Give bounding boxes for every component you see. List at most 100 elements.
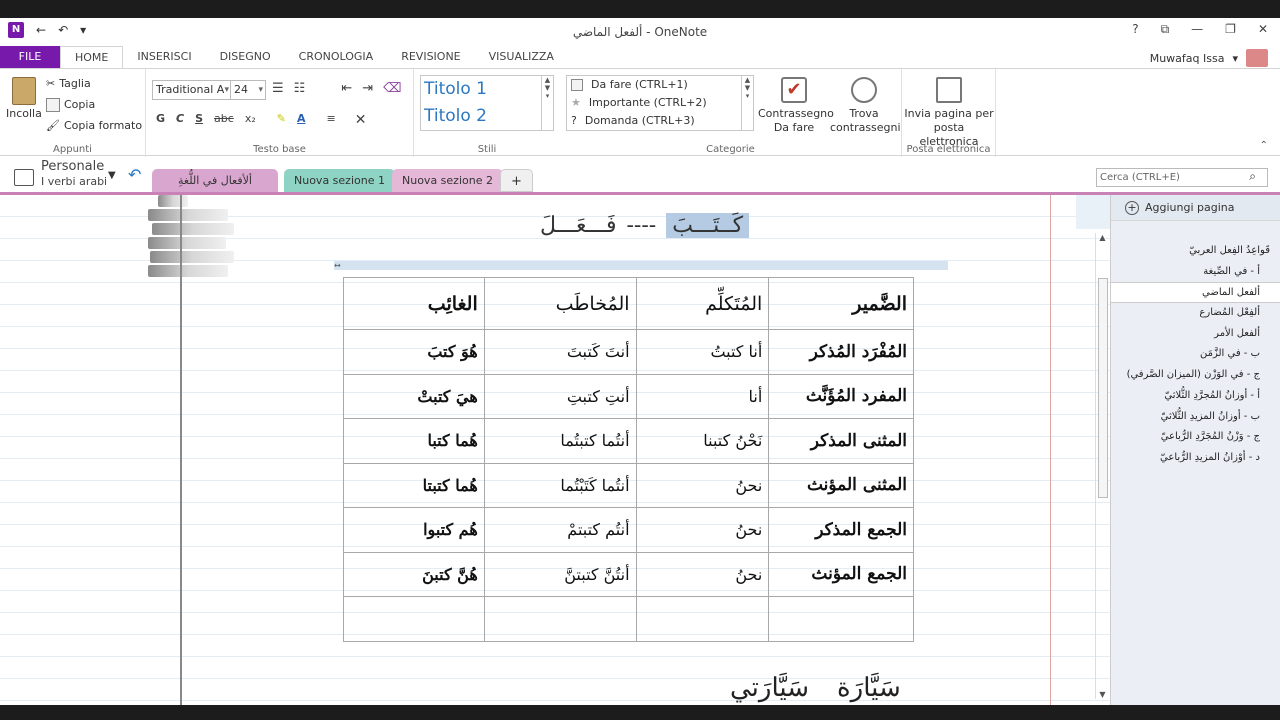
align-icon[interactable]: ≡ bbox=[326, 112, 335, 128]
table-cell[interactable]: نحنُ bbox=[635, 507, 770, 553]
cut-button[interactable]: ✂ Taglia bbox=[46, 73, 142, 94]
tab-draw[interactable]: DISEGNO bbox=[206, 46, 285, 68]
numbering-icon[interactable]: ☷ bbox=[294, 81, 306, 96]
scroll-up-icon[interactable]: ▲ bbox=[1096, 233, 1109, 242]
page-item[interactable]: ب - أوزانُ المزيدِ الثُّلاثيّ bbox=[1111, 407, 1280, 428]
collapse-ribbon-icon[interactable]: ⌃ bbox=[1260, 140, 1268, 151]
page-item[interactable]: ألفعل الأمر bbox=[1111, 324, 1280, 345]
section-tab-1[interactable]: Nuova sezione 1 bbox=[284, 169, 395, 192]
table-cell[interactable]: أنتِ كتبتِ bbox=[483, 373, 637, 419]
table-cell[interactable]: نحنُ bbox=[635, 551, 770, 597]
increase-indent-icon[interactable]: ⇥ bbox=[362, 81, 373, 96]
table-cell[interactable]: نحنُ bbox=[635, 462, 770, 508]
verb-pattern[interactable]: فَـــعَـــلَ bbox=[540, 213, 616, 238]
table-cell[interactable] bbox=[635, 596, 770, 642]
table-handle-icon[interactable]: ↔ bbox=[334, 261, 341, 270]
close-button[interactable]: ✕ bbox=[1258, 22, 1268, 37]
table-cell[interactable]: هُوَ كتبَ bbox=[343, 329, 485, 375]
copy-button[interactable]: Copia bbox=[46, 94, 142, 115]
table-cell[interactable] bbox=[768, 596, 914, 642]
vertical-scrollbar[interactable]: ▲ ▼ bbox=[1095, 233, 1109, 699]
page-item[interactable]: أ - في الصِّيغة bbox=[1111, 262, 1280, 283]
page-item[interactable]: ج - وَزْنُ المُجَرَّدِ الرُّباعيّ bbox=[1111, 427, 1280, 448]
table-cell[interactable]: الجمع المؤنث bbox=[768, 551, 914, 597]
table-cell[interactable]: الضَّمير bbox=[768, 277, 914, 330]
notebook-dropdown-icon[interactable]: ▼ bbox=[108, 170, 116, 181]
table-cell[interactable]: أنتَ كَتبتَ bbox=[483, 329, 637, 375]
table-cell[interactable]: المُخاطَب bbox=[483, 277, 637, 330]
page-item[interactable]: قَواعِدُ الفِعل العربيّ bbox=[1111, 241, 1280, 262]
ribbon-display-icon[interactable]: ⧉ bbox=[1161, 22, 1170, 37]
table-cell[interactable]: أنتُما كَتَبْتُما bbox=[483, 462, 637, 508]
notebook-icon[interactable] bbox=[14, 169, 34, 186]
strikethrough-button[interactable]: abc bbox=[214, 112, 234, 128]
tab-history[interactable]: CRONOLOGIA bbox=[285, 46, 388, 68]
table-cell[interactable]: المفرد المُؤَنَّث bbox=[768, 373, 914, 419]
verb-word[interactable]: كَــتَـــبَ bbox=[666, 213, 750, 238]
table-cell[interactable]: هُما كتبا bbox=[343, 418, 485, 464]
font-color-icon[interactable]: A bbox=[297, 112, 306, 128]
table-cell[interactable]: هُنَّ كتبنَ bbox=[343, 551, 485, 597]
table-move-handle[interactable]: ↔ bbox=[334, 261, 948, 270]
table-cell[interactable]: الجمع المذكر bbox=[768, 507, 914, 553]
clear-format-icon[interactable]: ⌫ bbox=[383, 81, 401, 96]
table-cell[interactable]: أنتُما كتبتُما bbox=[483, 418, 637, 464]
style-title-1[interactable]: Titolo 1 bbox=[421, 76, 553, 103]
table-cell[interactable]: هيَ كتبتْ bbox=[343, 373, 485, 419]
table-cell[interactable]: نَحْنُ كتبنا bbox=[635, 418, 770, 464]
table-cell[interactable]: أنتُم كتبتمْ bbox=[483, 507, 637, 553]
table-cell[interactable]: المثنى المؤنث bbox=[768, 462, 914, 508]
notebook-selector[interactable]: Personale I verbi arabi bbox=[41, 159, 107, 189]
tab-insert[interactable]: INSERISCI bbox=[123, 46, 205, 68]
page-item[interactable]: ج - في الوَزْن (الميزان الصَّرفي) bbox=[1111, 365, 1280, 386]
tab-view[interactable]: VISUALIZZA bbox=[475, 46, 568, 68]
table-cell[interactable]: المُفْرَد المُذكر bbox=[768, 329, 914, 375]
underline-button[interactable]: S bbox=[195, 112, 203, 128]
help-icon[interactable]: ? bbox=[1132, 22, 1138, 37]
font-name-combo[interactable]: Traditional A bbox=[152, 80, 232, 100]
navigate-back-icon[interactable]: ↶ bbox=[128, 165, 141, 184]
search-input[interactable]: Cerca (CTRL+E) bbox=[1096, 168, 1268, 187]
table-cell[interactable]: هُما كتبتا bbox=[343, 462, 485, 508]
tab-home[interactable]: HOME bbox=[60, 45, 124, 69]
font-size-combo[interactable]: 24 bbox=[230, 80, 266, 100]
highlight-icon[interactable]: ✎ bbox=[277, 112, 286, 128]
page-item-active[interactable]: ألفعل الماضي bbox=[1111, 282, 1280, 304]
style-title-2[interactable]: Titolo 2 bbox=[421, 103, 553, 130]
italic-button[interactable]: C bbox=[176, 112, 184, 128]
table-cell[interactable]: الغائِب bbox=[343, 277, 485, 330]
conjugation-table[interactable]: الضَّمير المُتَكلِّم المُخاطَب الغائِب ا… bbox=[343, 277, 914, 642]
table-cell[interactable]: أنا bbox=[635, 373, 770, 419]
avatar[interactable] bbox=[1246, 49, 1268, 67]
bold-button[interactable]: G bbox=[156, 112, 165, 128]
styles-scroll[interactable]: ▲ ▼ ▾ bbox=[541, 76, 553, 130]
scroll-thumb[interactable] bbox=[1098, 278, 1108, 498]
tab-file[interactable]: FILE bbox=[0, 46, 60, 68]
table-cell[interactable]: هُم كتبوا bbox=[343, 507, 485, 553]
table-cell[interactable] bbox=[483, 596, 637, 642]
format-painter-button[interactable]: 🖌 Copia formato bbox=[46, 115, 142, 136]
page-item[interactable]: أ - أوزانُ المُجرَّدِ الثُّلاثيّ bbox=[1111, 386, 1280, 407]
delete-icon[interactable]: ✕ bbox=[355, 112, 367, 128]
user-account[interactable]: Muwafaq Issa ▾ bbox=[1150, 49, 1268, 67]
page-item[interactable]: ب - في الزَّمَن bbox=[1111, 344, 1280, 365]
bullets-icon[interactable]: ☰ bbox=[272, 81, 284, 96]
page-item[interactable]: د - أوْزانُ المزيدِ الرُّباعيّ bbox=[1111, 448, 1280, 469]
maximize-button[interactable]: ❐ bbox=[1225, 22, 1236, 37]
word-car[interactable]: سَيَّارَة bbox=[837, 673, 901, 703]
add-section-button[interactable]: + bbox=[500, 169, 533, 192]
section-tab-2[interactable]: Nuova sezione 2 bbox=[392, 169, 503, 192]
tab-review[interactable]: REVISIONE bbox=[387, 46, 474, 68]
scroll-down-icon[interactable]: ▼ bbox=[1096, 690, 1109, 699]
verb-pattern-line[interactable]: كَــتَـــبَ ---- فَـــعَـــلَ bbox=[540, 213, 750, 238]
styles-gallery[interactable]: Titolo 1 Titolo 2 ▲ ▼ ▾ bbox=[420, 75, 554, 131]
note-canvas[interactable]: كَــتَـــبَ ---- فَـــعَـــلَ ↔ الضَّمير… bbox=[0, 195, 1110, 705]
bottom-words[interactable]: سَيَّارَة سَيَّارَتي bbox=[730, 673, 901, 703]
table-cell[interactable]: المُتَكلِّم bbox=[635, 277, 770, 330]
table-cell[interactable]: أنتُنَّ كتبتنَّ bbox=[483, 551, 637, 597]
user-dropdown-icon[interactable]: ▾ bbox=[1232, 52, 1238, 65]
table-cell[interactable]: أنا كتبتُ bbox=[635, 329, 770, 375]
minimize-button[interactable]: — bbox=[1191, 22, 1203, 37]
paste-button[interactable]: Incolla bbox=[6, 77, 42, 120]
search-icon[interactable]: ⌕ bbox=[1249, 169, 1256, 184]
